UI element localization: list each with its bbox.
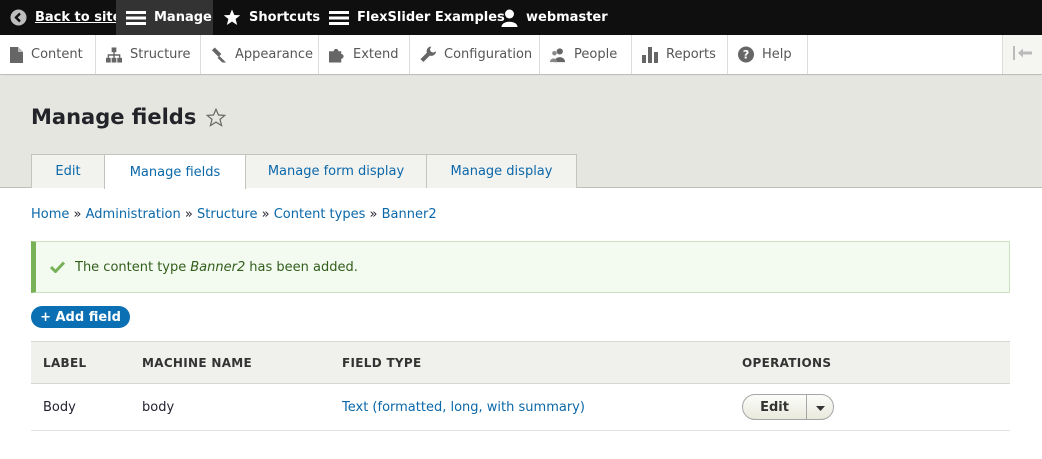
field-type-cell: Text (formatted, long, with summary): [342, 383, 742, 431]
menu-item-label: Content: [31, 47, 83, 62]
tab-manage-fields[interactable]: Manage fields: [104, 154, 246, 189]
table-header-row: LABEL MACHINE NAME FIELD TYPE OPERATIONS: [31, 341, 1010, 384]
hamburger-icon: [329, 10, 349, 26]
message-suffix: has been added.: [249, 259, 358, 275]
star-icon: [223, 9, 241, 26]
menu-item-reports[interactable]: Reports: [632, 35, 728, 74]
back-arrow-icon: [10, 9, 27, 26]
breadcrumb-banner2[interactable]: Banner2: [382, 207, 437, 222]
caret-down-icon: [815, 400, 825, 415]
breadcrumb-separator: »: [73, 207, 86, 222]
menu-item-label: Appearance: [235, 47, 314, 62]
breadcrumb-content-types[interactable]: Content types: [274, 207, 366, 222]
breadcrumb-separator: »: [369, 207, 382, 222]
page-title-text: Manage fields: [31, 105, 197, 129]
breadcrumb-separator: »: [261, 207, 274, 222]
collapse-arrow-icon: [1012, 45, 1033, 64]
menu-item-help[interactable]: ? Help: [728, 35, 808, 74]
menu-item-label: Reports: [666, 47, 716, 62]
structure-icon: [106, 46, 122, 63]
shortcut-star-icon[interactable]: [206, 107, 227, 127]
admin-toolbar: Back to site Manage Shortcuts FlexSlider…: [0, 0, 1042, 35]
flexslider-label: FlexSlider Examples: [357, 10, 505, 25]
dropbutton-toggle[interactable]: [807, 395, 833, 419]
field-type-link[interactable]: Text (formatted, long, with summary): [342, 400, 585, 415]
column-header-field-type: FIELD TYPE: [342, 341, 742, 384]
breadcrumb-administration[interactable]: Administration: [86, 207, 181, 222]
puzzle-icon: [329, 47, 345, 63]
column-header-machine-name: MACHINE NAME: [142, 341, 342, 384]
field-machine-name: body: [142, 383, 342, 431]
breadcrumb-home[interactable]: Home: [31, 207, 69, 222]
fields-table: LABEL MACHINE NAME FIELD TYPE OPERATIONS…: [31, 341, 1010, 431]
primary-tabs: Edit Manage fields Manage form display M…: [31, 154, 577, 189]
column-header-label: LABEL: [31, 341, 142, 384]
flexslider-tab[interactable]: FlexSlider Examples: [319, 0, 505, 35]
menu-item-label: Structure: [130, 47, 191, 62]
user-icon: [501, 9, 518, 27]
menu-item-label: Help: [762, 47, 792, 62]
svg-text:?: ?: [743, 49, 750, 62]
back-to-site-link[interactable]: Back to site: [0, 0, 121, 35]
column-header-operations: OPERATIONS: [742, 341, 1010, 384]
menu-item-people[interactable]: People: [540, 35, 632, 74]
menu-item-structure[interactable]: Structure: [96, 35, 201, 74]
check-icon: [50, 261, 65, 273]
add-field-button[interactable]: + Add field: [31, 306, 130, 328]
message-prefix: The content type: [75, 259, 187, 275]
back-to-site-label: Back to site: [35, 10, 122, 25]
help-icon: ?: [738, 46, 754, 63]
message-content-type-name: Banner2: [190, 259, 246, 275]
field-label: Body: [31, 383, 142, 431]
manage-label: Manage: [154, 10, 212, 25]
manage-tab[interactable]: Manage: [116, 0, 213, 35]
status-message: The content type Banner2 has been added.: [31, 241, 1010, 293]
page-title: Manage fields: [31, 105, 227, 129]
tray-orientation-toggle[interactable]: [1002, 35, 1042, 74]
tab-manage-display[interactable]: Manage display: [426, 154, 577, 188]
tab-manage-form-display[interactable]: Manage form display: [245, 154, 427, 188]
menu-item-label: People: [574, 47, 618, 62]
bar-chart-icon: [642, 46, 658, 63]
user-label: webmaster: [526, 10, 608, 25]
menu-item-configuration[interactable]: Configuration: [410, 35, 540, 74]
operations-dropbutton: Edit: [742, 394, 834, 420]
menu-item-extend[interactable]: Extend: [319, 35, 410, 74]
table-row: Body body Text (formatted, long, with su…: [31, 383, 1010, 431]
field-operations-cell: Edit: [742, 383, 1010, 431]
breadcrumb-structure[interactable]: Structure: [197, 207, 257, 222]
file-icon: [10, 46, 23, 63]
admin-menu-tray: Content Structure Appearance Extend Conf…: [0, 35, 1042, 75]
menu-item-content[interactable]: Content: [0, 35, 96, 74]
hamburger-icon: [126, 10, 146, 26]
menu-item-label: Extend: [353, 47, 399, 62]
menu-item-appearance[interactable]: Appearance: [201, 35, 319, 74]
tab-edit[interactable]: Edit: [31, 154, 105, 188]
brush-icon: [211, 46, 227, 63]
shortcuts-label: Shortcuts: [249, 10, 321, 25]
breadcrumb: Home » Administration » Structure » Cont…: [31, 207, 437, 222]
menu-item-label: Configuration: [444, 47, 533, 62]
wrench-icon: [420, 46, 436, 63]
breadcrumb-separator: »: [184, 207, 197, 222]
user-tab[interactable]: webmaster: [491, 0, 611, 35]
page-header: Manage fields Edit Manage fields Manage …: [0, 76, 1042, 189]
edit-button[interactable]: Edit: [743, 395, 807, 419]
shortcuts-tab[interactable]: Shortcuts: [213, 0, 321, 35]
people-icon: [550, 47, 566, 63]
